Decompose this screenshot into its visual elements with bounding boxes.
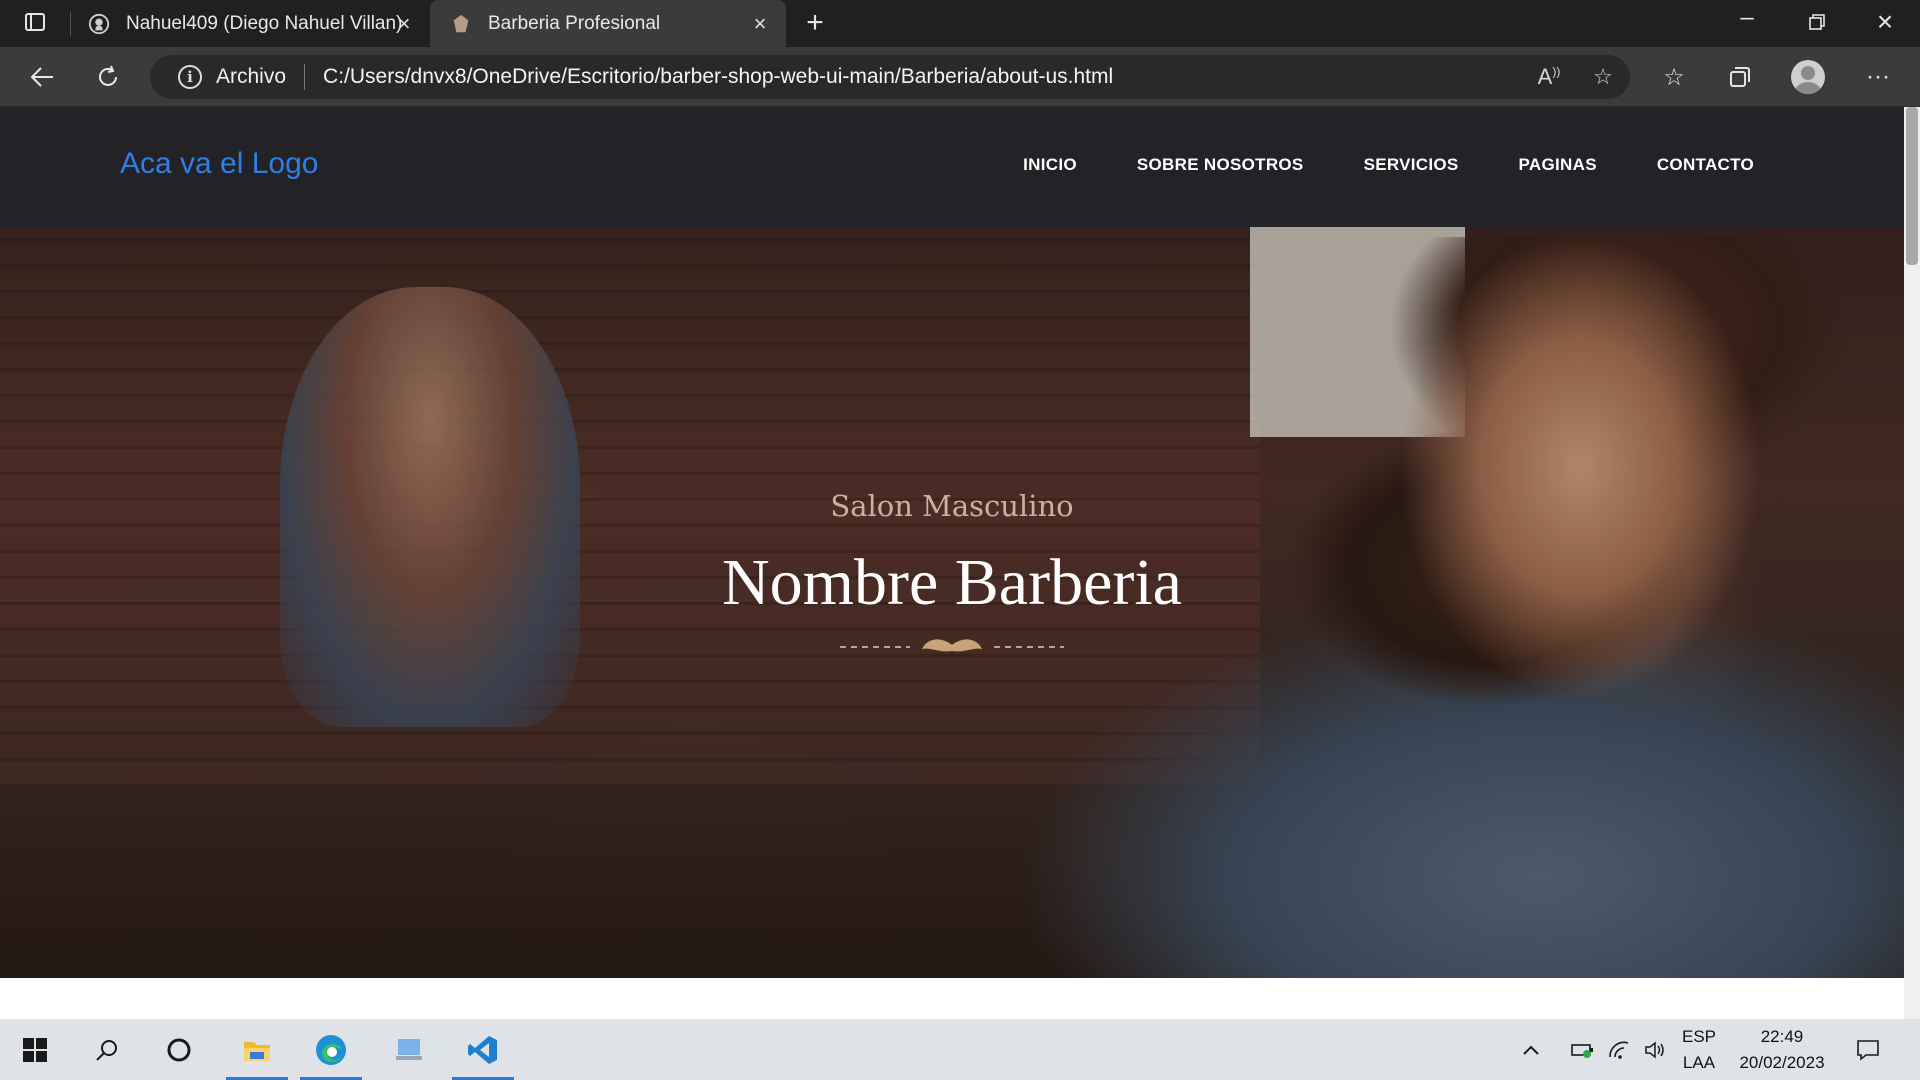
- start-button[interactable]: [4, 1019, 66, 1080]
- vscode-icon[interactable]: [452, 1019, 514, 1080]
- collections-icon[interactable]: [1712, 47, 1768, 107]
- minimize-icon[interactable]: –: [1730, 4, 1764, 32]
- hero-divider: [840, 627, 1064, 667]
- more-menu-icon[interactable]: ···: [1850, 47, 1906, 107]
- close-window-icon[interactable]: ×: [1868, 6, 1902, 38]
- url-text[interactable]: C:/Users/dnvx8/OneDrive/Escritorio/barbe…: [323, 65, 1113, 89]
- input-language[interactable]: ESP LAA: [1680, 1027, 1718, 1073]
- profile-avatar[interactable]: [1780, 47, 1836, 107]
- hero-title: Nombre Barberia: [722, 546, 1182, 619]
- new-tab-icon[interactable]: +: [800, 6, 830, 40]
- mustache-icon: [922, 639, 982, 652]
- hero-subtitle: Salon Masculino: [830, 489, 1074, 523]
- read-aloud-icon[interactable]: A)): [1522, 64, 1576, 90]
- tray-expand-icon[interactable]: [1514, 1019, 1548, 1080]
- barber-favicon-icon: [448, 11, 474, 37]
- wifi-icon[interactable]: [1602, 1019, 1636, 1080]
- tab-title: Barberia Profesional: [488, 12, 661, 34]
- scheme-label: Archivo: [216, 65, 287, 88]
- tab-barberia[interactable]: Barberia Profesional ×: [430, 0, 786, 47]
- windows-taskbar: ESP LAA 22:49 20/02/2023: [0, 1019, 1920, 1080]
- address-bar[interactable]: i Archivo C:/Users/dnvx8/OneDrive/Escrit…: [150, 55, 1630, 99]
- browser-toolbar: i Archivo C:/Users/dnvx8/OneDrive/Escrit…: [0, 47, 1920, 107]
- cortana-icon[interactable]: [148, 1019, 210, 1080]
- close-tab-icon[interactable]: ×: [392, 12, 416, 36]
- address-divider: [304, 64, 306, 90]
- notifications-icon[interactable]: [1840, 1019, 1896, 1080]
- restore-icon[interactable]: [1800, 10, 1834, 38]
- page-scrollbar[interactable]: [1904, 107, 1920, 1019]
- keyboard-layout: LAA: [1682, 1053, 1716, 1072]
- tab-github[interactable]: Nahuel409 (Diego Nahuel Villan) ×: [70, 0, 430, 47]
- tab-title: Nahuel409 (Diego Nahuel Villan): [126, 12, 403, 34]
- main-menu: INICIO SOBRE NOSOTROS SERVICIOS PAGINAS …: [963, 155, 1754, 175]
- clock[interactable]: 22:49 20/02/2023: [1730, 1027, 1834, 1073]
- file-explorer-icon[interactable]: [226, 1019, 288, 1080]
- tab-actions-icon[interactable]: [20, 10, 50, 38]
- search-icon[interactable]: [76, 1019, 138, 1080]
- clock-time: 22:49: [1760, 1027, 1804, 1046]
- menu-item-sobre-nosotros[interactable]: SOBRE NOSOTROS: [1137, 155, 1304, 175]
- browser-tab-strip: Nahuel409 (Diego Nahuel Villan) × Barber…: [0, 0, 1920, 47]
- menu-item-contacto[interactable]: CONTACTO: [1657, 155, 1754, 175]
- avatar: [1791, 60, 1825, 94]
- favorites-icon[interactable]: ☆: [1646, 47, 1702, 107]
- page-viewport: Aca va el Logo INICIO SOBRE NOSOTROS SER…: [0, 107, 1920, 1019]
- volume-icon[interactable]: [1638, 1019, 1672, 1080]
- computer-app-icon[interactable]: [378, 1019, 440, 1080]
- battery-icon[interactable]: [1566, 1019, 1600, 1080]
- scroll-thumb[interactable]: [1906, 107, 1918, 265]
- info-icon[interactable]: i: [178, 65, 202, 89]
- edge-browser-icon[interactable]: [300, 1019, 362, 1080]
- reload-icon[interactable]: [82, 47, 134, 107]
- hero-banner: Salon Masculino Nombre Barberia: [0, 227, 1904, 978]
- hero-text: Salon Masculino Nombre Barberia: [0, 227, 1904, 978]
- menu-item-inicio[interactable]: INICIO: [1023, 155, 1077, 175]
- close-tab-icon[interactable]: ×: [748, 12, 772, 36]
- back-icon[interactable]: [16, 47, 68, 107]
- menu-item-paginas[interactable]: PAGINAS: [1519, 155, 1597, 175]
- clock-date: 20/02/2023: [1739, 1053, 1825, 1072]
- site-header: Aca va el Logo INICIO SOBRE NOSOTROS SER…: [0, 107, 1904, 227]
- add-favorite-icon[interactable]: ☆: [1576, 64, 1630, 90]
- menu-item-servicios[interactable]: SERVICIOS: [1364, 155, 1459, 175]
- site-logo[interactable]: Aca va el Logo: [120, 147, 318, 181]
- windows-icon: [23, 1037, 47, 1062]
- language-code: ESP: [1681, 1027, 1717, 1046]
- github-icon: [86, 11, 112, 37]
